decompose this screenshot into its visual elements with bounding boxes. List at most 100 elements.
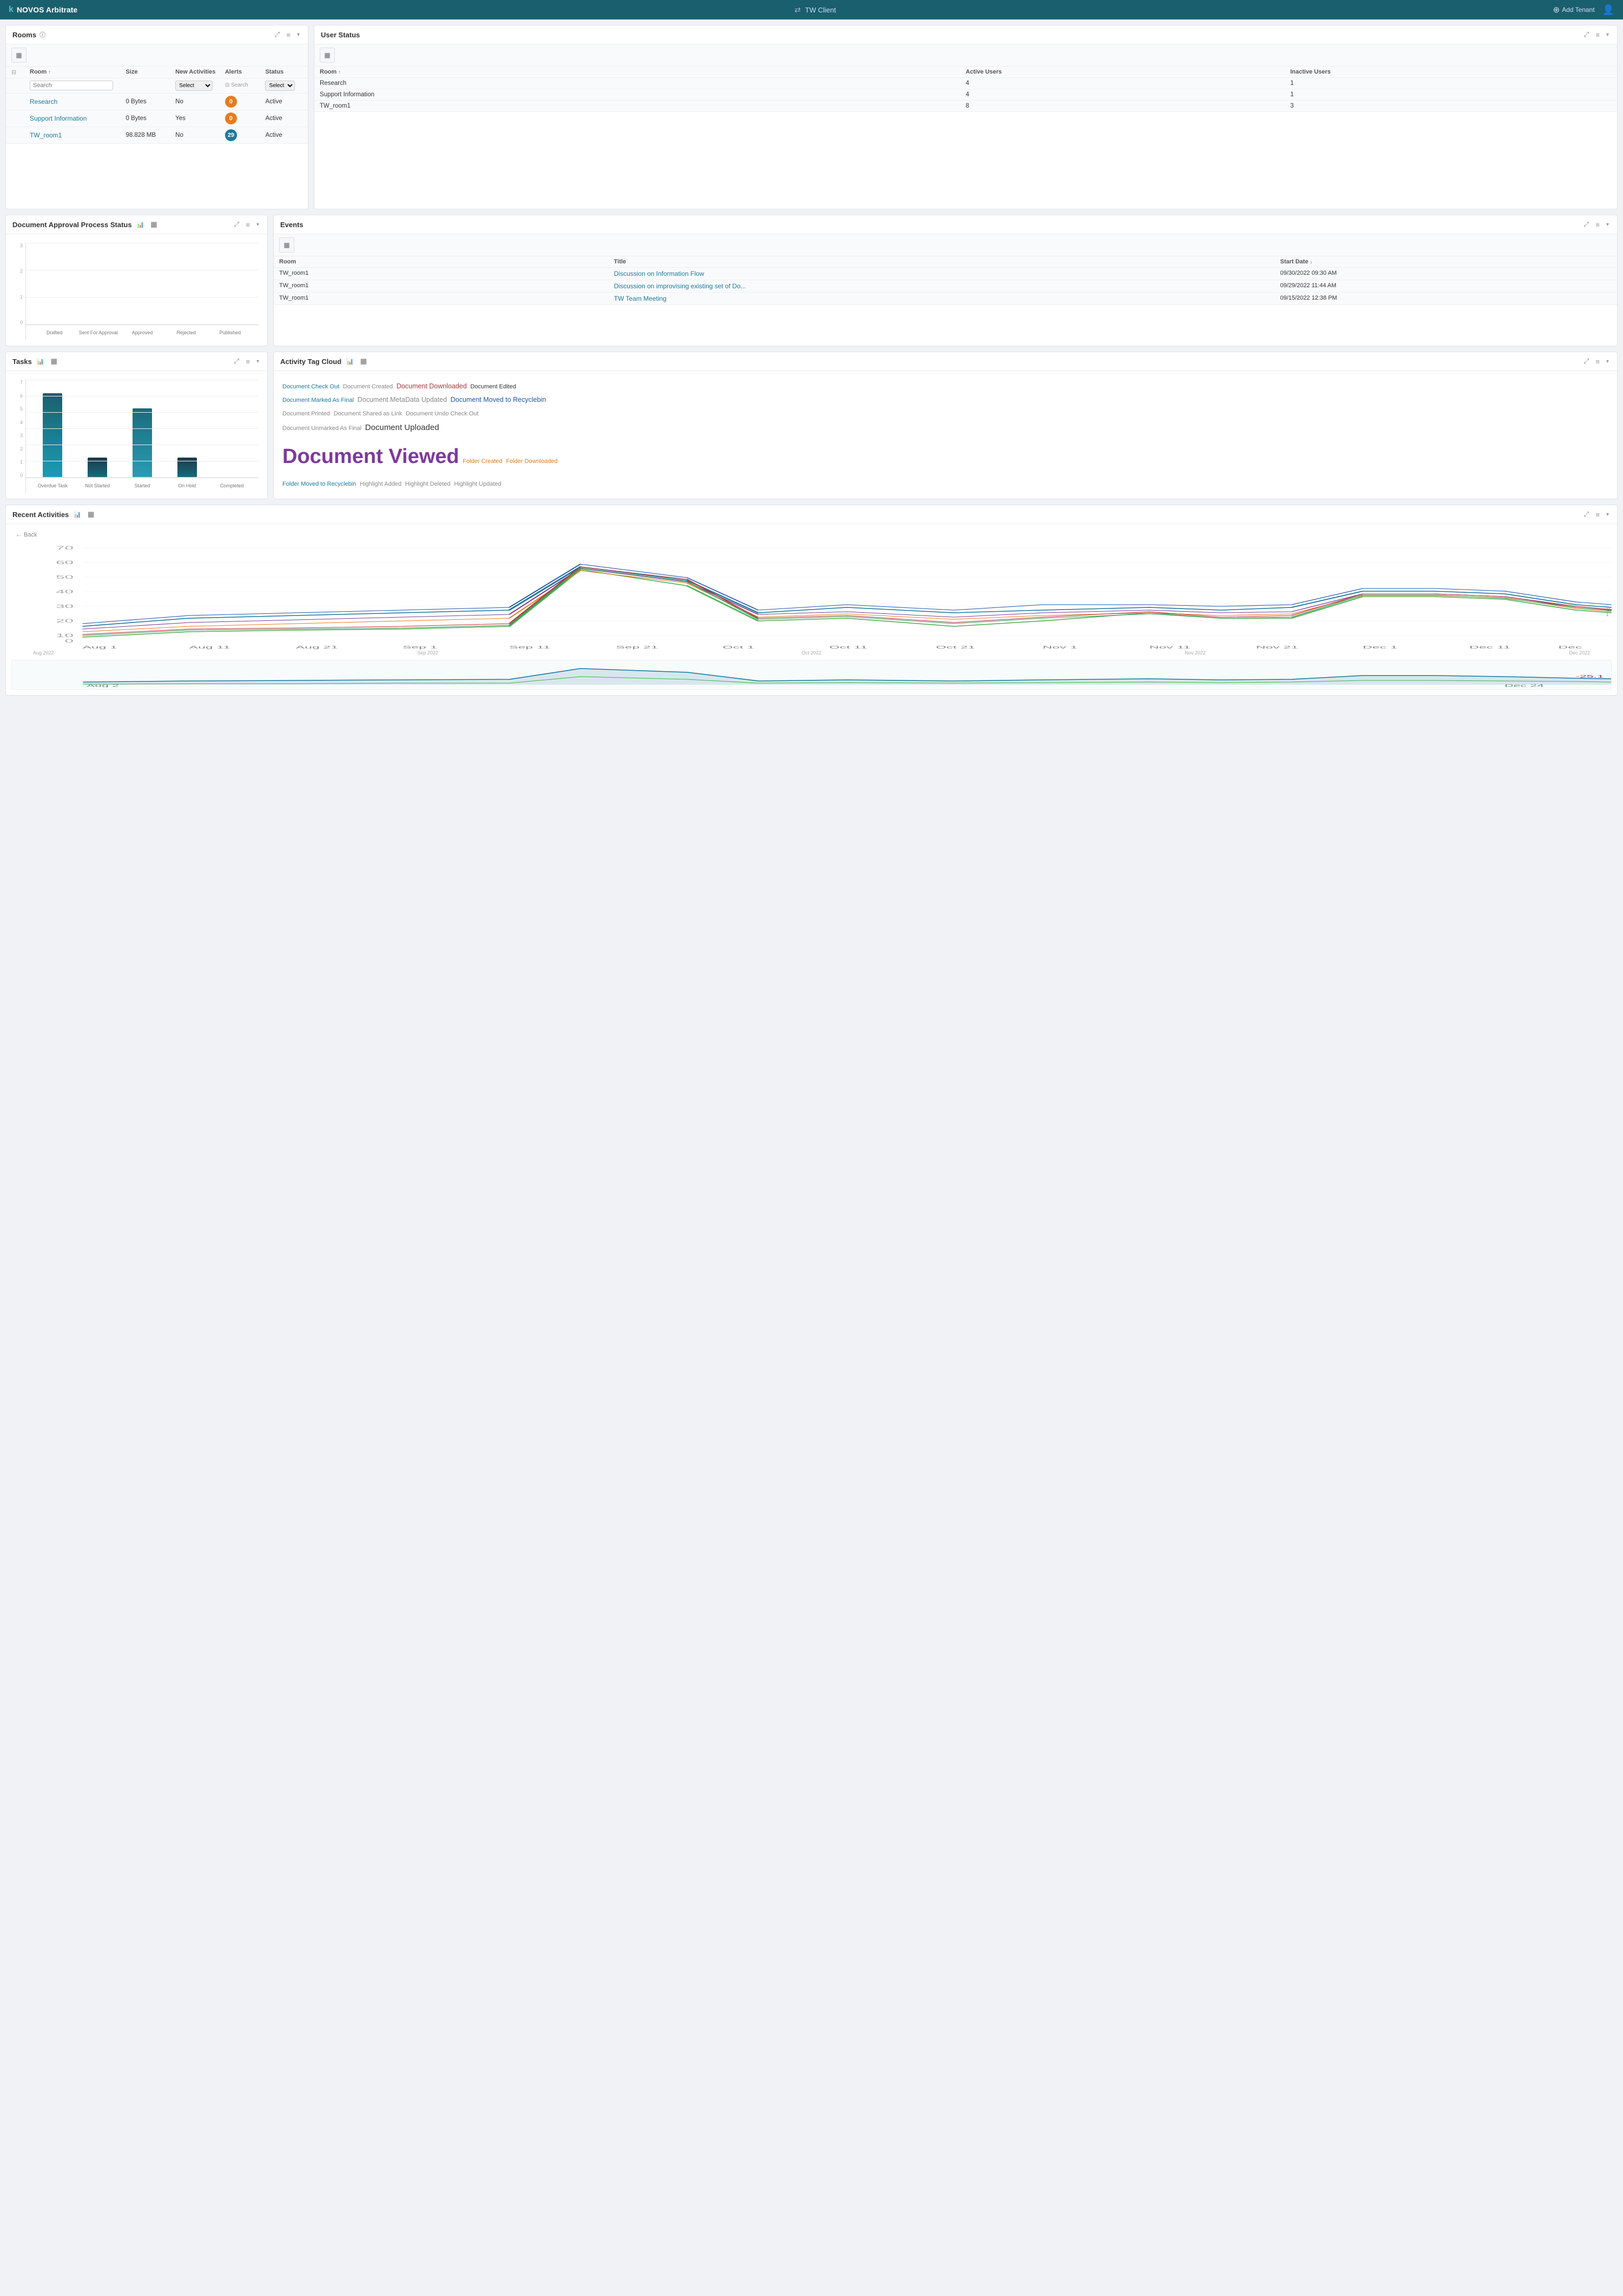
- approval-table-icon-btn[interactable]: ▦: [149, 220, 159, 229]
- user-status-col-headers: Room ↑ Active Users Inactive Users: [314, 67, 1617, 78]
- bar-on-hold: [167, 380, 207, 478]
- tag-folder-created[interactable]: Folder Created: [463, 458, 502, 465]
- room-link-support[interactable]: Support Information: [30, 115, 87, 122]
- tasks-menu-icon[interactable]: ≡: [244, 357, 252, 366]
- user-avatar-button[interactable]: 👤: [1602, 4, 1614, 16]
- room-link-research[interactable]: Research: [30, 98, 57, 105]
- rooms-menu-icon[interactable]: ≡: [285, 30, 292, 39]
- tenant-selector[interactable]: ⇄ TW Client: [794, 5, 836, 15]
- svg-text:10: 10: [56, 633, 74, 638]
- top-navigation: k NOVOS Arbitrate ⇄ TW Client ⊕ Add Tena…: [0, 0, 1623, 19]
- user-status-table-icon[interactable]: ▦: [320, 48, 335, 63]
- right-label-1: 1: [1606, 612, 1611, 617]
- user-status-expand-icon[interactable]: ⤢: [1582, 30, 1591, 39]
- tag-folder-moved-recyclebin[interactable]: Folder Moved to Recyclebin: [282, 481, 356, 487]
- tag-highlight-updated[interactable]: Highlight Updated: [454, 481, 501, 487]
- brand-logo: k NOVOS Arbitrate: [9, 5, 77, 15]
- approval-title: Document Approval Process Status 📊 ▦: [12, 220, 159, 229]
- tagcloud-menu-icon[interactable]: ≡: [1594, 357, 1601, 366]
- approval-bars-container: Drafted Sent For Approval Approved Rejec…: [25, 243, 259, 340]
- room-size-1: 0 Bytes: [126, 115, 172, 122]
- events-actions: ⤢ ≡ ▾: [1582, 220, 1611, 229]
- ev-title-1[interactable]: Discussion on improvising existing set o…: [614, 282, 746, 290]
- user-status-chevron-icon[interactable]: ▾: [1605, 31, 1611, 38]
- svg-text:Dec 1: Dec 1: [1363, 645, 1397, 649]
- events-table-icon[interactable]: ▦: [279, 237, 294, 253]
- tasks-table-icon-btn[interactable]: ▦: [49, 356, 59, 366]
- recent-chart-icon[interactable]: 📊: [72, 511, 83, 519]
- tasks-y-axis: 7 6 5 4 3 2 1 0: [15, 380, 25, 493]
- recent-expand-icon[interactable]: ⤢: [1582, 510, 1591, 519]
- user-status-menu-icon[interactable]: ≡: [1594, 30, 1601, 39]
- recent-chevron-icon[interactable]: ▾: [1605, 511, 1611, 518]
- room-col-header: Room ↑: [30, 69, 122, 76]
- tag-doc-edited[interactable]: Document Edited: [470, 383, 516, 390]
- tag-doc-unmarked-final[interactable]: Document Unmarked As Final: [282, 425, 361, 432]
- tag-doc-metadata[interactable]: Document MetaData Updated: [358, 396, 447, 403]
- svg-text:Aug 21: Aug 21: [296, 645, 338, 649]
- ev-title-0[interactable]: Discussion on Information Flow: [614, 270, 704, 277]
- tag-doc-checkout[interactable]: Document Check Out: [282, 383, 339, 390]
- recent-table-icon-btn[interactable]: ▦: [86, 510, 96, 519]
- tag-doc-viewed[interactable]: Document Viewed: [282, 445, 459, 468]
- ev-title-2[interactable]: TW Team Meeting: [614, 295, 667, 302]
- tx-overdue: Overdue Task: [32, 483, 73, 488]
- room-sort-icon: ↑: [48, 69, 51, 75]
- svg-text:20: 20: [56, 618, 74, 624]
- arrow-lr-icon: ⇄: [794, 5, 801, 15]
- rooms-info-icon[interactable]: ⓘ: [39, 30, 45, 39]
- events-expand-icon[interactable]: ⤢: [1582, 220, 1591, 229]
- ev-date-0: 09/30/2022 09:30 AM: [1280, 270, 1612, 277]
- tag-doc-marked-final[interactable]: Document Marked As Final: [282, 397, 354, 403]
- tasks-chevron-icon[interactable]: ▾: [255, 358, 261, 365]
- events-widget: Events ⤢ ≡ ▾ ▦ Room Title Start Date ↓ T: [273, 215, 1618, 346]
- tagcloud-expand-icon[interactable]: ⤢: [1582, 356, 1591, 366]
- approval-chevron-icon[interactable]: ▾: [255, 221, 261, 228]
- tag-doc-downloaded[interactable]: Document Downloaded: [397, 382, 467, 390]
- us-inactive-0: 1: [1290, 80, 1612, 87]
- tasks-header: Tasks 📊 ▦ ⤢ ≡ ▾: [6, 352, 267, 371]
- tag-doc-undo-checkout[interactable]: Document Undo Check Out: [406, 411, 479, 417]
- month-oct: Oct 2022: [802, 650, 822, 656]
- rooms-chevron-icon[interactable]: ▾: [295, 31, 301, 38]
- approval-chart-icon[interactable]: 📊: [135, 221, 146, 229]
- tagcloud-chevron-icon[interactable]: ▾: [1605, 358, 1611, 365]
- recent-menu-icon[interactable]: ≡: [1594, 510, 1601, 519]
- rooms-table-view-icon[interactable]: ▦: [11, 48, 27, 63]
- tagcloud-chart-icon[interactable]: 📊: [345, 358, 355, 366]
- tagcloud-table-icon-btn[interactable]: ▦: [359, 356, 368, 366]
- room-link-twroom1[interactable]: TW_room1: [30, 131, 62, 139]
- new-activities-filter[interactable]: Select: [175, 81, 213, 91]
- rooms-search-input[interactable]: [30, 81, 113, 90]
- x-label-sent: Sent For Approval: [78, 330, 118, 335]
- top-row: Rooms ⓘ ⤢ ≡ ▾ ▦ ⊟ Room ↑ Size New Activi…: [5, 25, 1618, 209]
- approval-menu-icon[interactable]: ≡: [244, 220, 252, 229]
- tag-doc-uploaded[interactable]: Document Uploaded: [365, 423, 439, 432]
- tag-doc-created[interactable]: Document Created: [343, 383, 393, 390]
- status-filter[interactable]: Select: [265, 81, 295, 91]
- tasks-expand-icon[interactable]: ⤢: [232, 356, 241, 366]
- tag-folder-downloaded[interactable]: Folder Downloaded: [506, 458, 557, 465]
- events-chevron-icon[interactable]: ▾: [1605, 221, 1611, 228]
- tag-doc-printed[interactable]: Document Printed: [282, 411, 330, 417]
- tag-highlight-added[interactable]: Highlight Added: [360, 481, 401, 487]
- rooms-row-3: TW_room1 98.828 MB No 29 Active: [6, 127, 308, 144]
- tag-cloud-body: Document Check Out Document Created Docu…: [274, 371, 1617, 499]
- event-row-1: TW_room1 Discussion on improvising exist…: [274, 280, 1617, 293]
- room-alert-badge-2: 29: [225, 129, 237, 141]
- tag-doc-shared[interactable]: Document Shared as Link: [334, 411, 403, 417]
- add-tenant-button[interactable]: ⊕ Add Tenant: [1553, 5, 1594, 15]
- rooms-expand-icon[interactable]: ⤢: [273, 30, 281, 39]
- tasks-chart-icon[interactable]: 📊: [35, 358, 46, 366]
- month-dec: Dec 2022: [1569, 650, 1590, 656]
- events-menu-icon[interactable]: ≡: [1594, 220, 1601, 229]
- ev-room-1: TW_room1: [279, 282, 611, 290]
- tag-doc-moved-recyclebin[interactable]: Document Moved to Recyclebin: [451, 396, 546, 403]
- events-header: Events ⤢ ≡ ▾: [274, 215, 1617, 234]
- tasks-bars-container: Overdue Task Not Started Started On Hold…: [25, 380, 259, 493]
- approval-expand-icon[interactable]: ⤢: [232, 220, 241, 229]
- right-labels: 11 1: [1606, 607, 1611, 617]
- back-button[interactable]: ← Back: [11, 530, 41, 540]
- tasks-actions: ⤢ ≡ ▾: [232, 356, 261, 366]
- tag-highlight-deleted[interactable]: Highlight Deleted: [405, 481, 451, 487]
